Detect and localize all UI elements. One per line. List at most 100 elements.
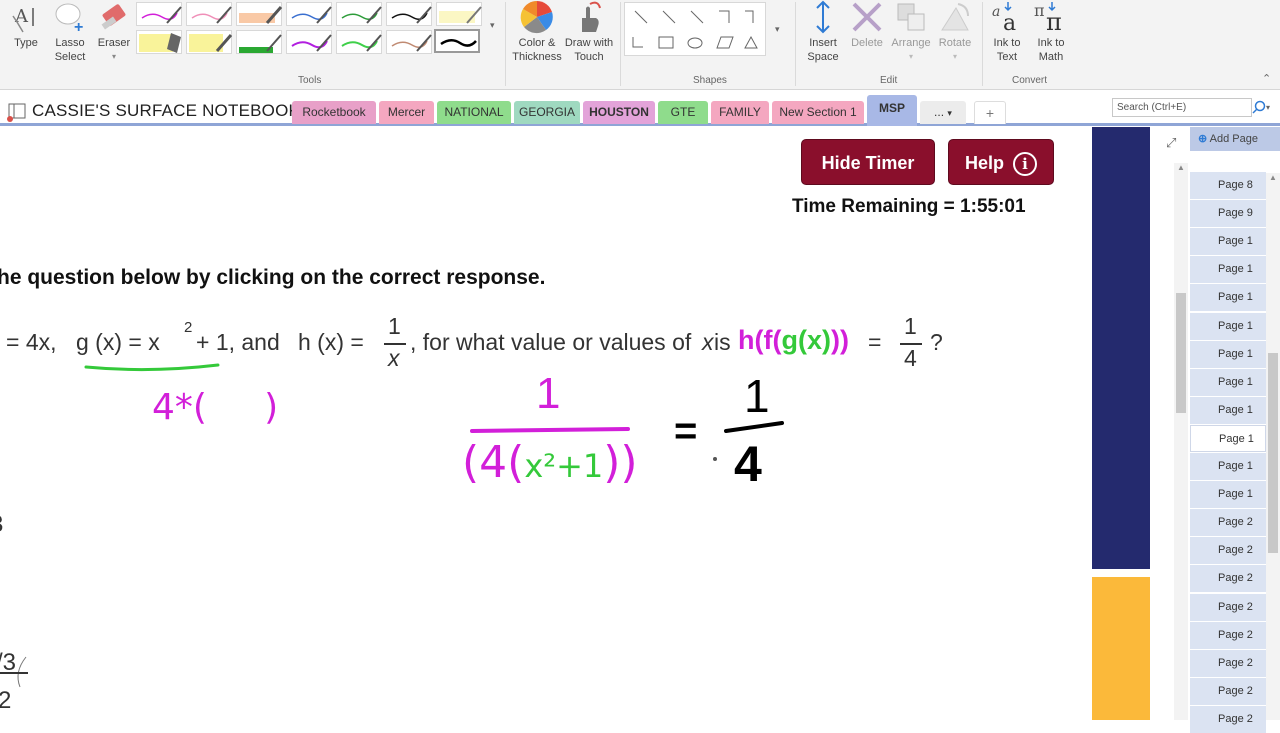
expand-icon[interactable]: ⤢ [1166, 135, 1176, 151]
pen-gallery-more-icon[interactable]: ▾ [490, 20, 495, 31]
pen-stroke-icon [391, 6, 432, 24]
group-divider [982, 2, 983, 86]
convert-group-label: Convert [1012, 75, 1048, 86]
page-list-item[interactable]: Page 1 [1190, 284, 1266, 312]
eraser-button[interactable]: Eraser ▾ [96, 2, 132, 64]
insert-space-icon [816, 0, 830, 34]
shapes-group-label: Shapes [693, 75, 727, 86]
highlighter-icon [239, 6, 283, 24]
tab-georgia[interactable]: GEORGIA [514, 101, 580, 124]
pen-blue[interactable] [286, 2, 332, 26]
page-list-item[interactable]: Page 2 [1190, 593, 1266, 621]
tab-more-label: ... [934, 105, 945, 119]
draw-with-touch-button[interactable]: Draw with Touch [562, 0, 616, 64]
pen-brown[interactable] [386, 30, 432, 54]
pen-magenta[interactable] [136, 2, 182, 26]
tab-family[interactable]: FAMILY [711, 101, 769, 124]
ribbon-collapse-icon[interactable]: ⌃ [1262, 72, 1271, 85]
pen-black[interactable] [386, 2, 432, 26]
highlighter-peach[interactable] [236, 2, 283, 26]
scroll-thumb[interactable] [1176, 293, 1186, 413]
page-list-item[interactable]: Page 2 [1190, 565, 1266, 593]
tab-more[interactable]: ... ▾ [920, 101, 966, 124]
pen-black-thick-selected[interactable] [434, 29, 480, 53]
tab-gte[interactable]: GTE [658, 101, 708, 124]
pen-stroke-icon [191, 6, 232, 24]
add-section-button[interactable]: + [974, 101, 1006, 124]
page-list-item[interactable]: Page 1 [1190, 424, 1266, 452]
page-list-item[interactable]: Page 2 [1190, 649, 1266, 677]
add-page-button[interactable]: ⊕ Add Page [1190, 127, 1280, 151]
ink-f: f [763, 325, 773, 355]
ink-x: x [807, 325, 823, 355]
page-list-item[interactable]: Page 1 [1190, 312, 1266, 340]
page-list-item[interactable]: Page 2 [1190, 509, 1266, 537]
page-list-item[interactable]: Page 2 [1190, 677, 1266, 705]
page-list-item[interactable]: Page 1 [1190, 228, 1266, 256]
notebook-title-text: CASSIE'S SURFACE NOTEBOOK [32, 101, 301, 120]
page-canvas[interactable]: Hide Timer Help i Time Remaining = 1:55:… [0, 127, 1190, 720]
ink-to-math-button[interactable]: ππ Ink to Math [1030, 0, 1072, 64]
shapes-more-icon[interactable]: ▾ [775, 24, 780, 35]
choice-fragment-a[interactable]: 3 [0, 511, 3, 539]
type-button[interactable]: A Type [8, 2, 44, 50]
pen-stroke-icon [291, 34, 332, 52]
ink-den-right: )) [603, 437, 638, 488]
color-thickness-label: Color & Thickness [512, 37, 562, 63]
page-list-item[interactable]: Page 1 [1190, 453, 1266, 480]
highlighter-yellow[interactable] [136, 30, 182, 54]
tab-national[interactable]: NATIONAL [437, 101, 511, 124]
notebook-title[interactable]: CASSIE'S SURFACE NOTEBOOK ▾ [32, 101, 310, 121]
pen-green[interactable] [336, 2, 382, 26]
tab-mercer[interactable]: Mercer [379, 101, 434, 124]
lasso-select-button[interactable]: + Lasso Select [50, 2, 90, 64]
scrollbar[interactable]: ▲ [1174, 163, 1188, 720]
color-thickness-button[interactable]: Color & Thickness [510, 0, 564, 64]
arrange-button[interactable]: Arrange ▾ [888, 0, 934, 64]
ink-to-text-button[interactable]: aa Ink to Text [986, 0, 1028, 64]
delete-button[interactable]: Delete [846, 0, 888, 50]
search-input[interactable]: Search (Ctrl+E) [1112, 98, 1252, 117]
tab-msp[interactable]: MSP [867, 95, 917, 126]
ink-to-math-label: Ink to Math [1037, 37, 1065, 63]
pen-pink[interactable] [186, 2, 232, 26]
page-list-item[interactable]: Page 2 [1190, 621, 1266, 649]
rotate-button[interactable]: Rotate ▾ [934, 0, 976, 64]
pen-stroke-icon [141, 6, 182, 24]
page-list-item[interactable]: Page 1 [1190, 481, 1266, 509]
ink-rhs-fraction-bar [724, 421, 784, 433]
page-list-item[interactable]: Page 1 [1190, 396, 1266, 424]
scroll-up-icon[interactable]: ▲ [1174, 163, 1188, 172]
scroll-thumb[interactable] [1268, 353, 1278, 553]
insert-space-button[interactable]: Insert Space [802, 0, 844, 64]
page-list-item[interactable]: Page 1 [1190, 368, 1266, 396]
page-list-item[interactable]: Page 2 [1190, 537, 1266, 565]
choice-fragment-c[interactable]: 2 [0, 687, 11, 715]
pages-scrollbar[interactable]: ▲ [1266, 173, 1280, 720]
ink-fraction-bar [470, 427, 630, 433]
choice-fragment-b[interactable]: /3 [0, 649, 16, 677]
draw-with-touch-label: Draw with Touch [564, 37, 614, 63]
tab-rocketbook[interactable]: Rocketbook [292, 101, 376, 124]
highlighter-yellow-light[interactable] [436, 2, 482, 26]
pen-green-thick[interactable] [236, 30, 282, 54]
ink-g: g [781, 325, 799, 355]
pen-light-green[interactable] [336, 30, 382, 54]
tab-houston[interactable]: HOUSTON [583, 101, 655, 124]
highlighter-icon [439, 6, 482, 24]
page-list-item[interactable]: Page 9 [1190, 200, 1266, 228]
ink-dot [713, 457, 717, 461]
highlighter-yellow-2[interactable] [186, 30, 233, 54]
search-icon[interactable]: ▾ [1252, 100, 1274, 116]
ink-den-green: x²+1 [524, 447, 604, 485]
page-list-item[interactable]: Page 8 [1190, 172, 1266, 199]
shapes-icons [632, 10, 758, 49]
page-list-item[interactable]: Page 1 [1190, 340, 1266, 368]
composite-function-ink: h(f(g(x))) [738, 325, 849, 356]
pen-magenta-2[interactable] [286, 30, 332, 54]
notebook-icon[interactable] [6, 102, 28, 122]
tab-new-section-1[interactable]: New Section 1 [772, 101, 864, 124]
page-list-item[interactable]: Page 2 [1190, 705, 1266, 733]
page-list-item[interactable]: Page 1 [1190, 256, 1266, 284]
scroll-up-icon[interactable]: ▲ [1266, 173, 1280, 182]
